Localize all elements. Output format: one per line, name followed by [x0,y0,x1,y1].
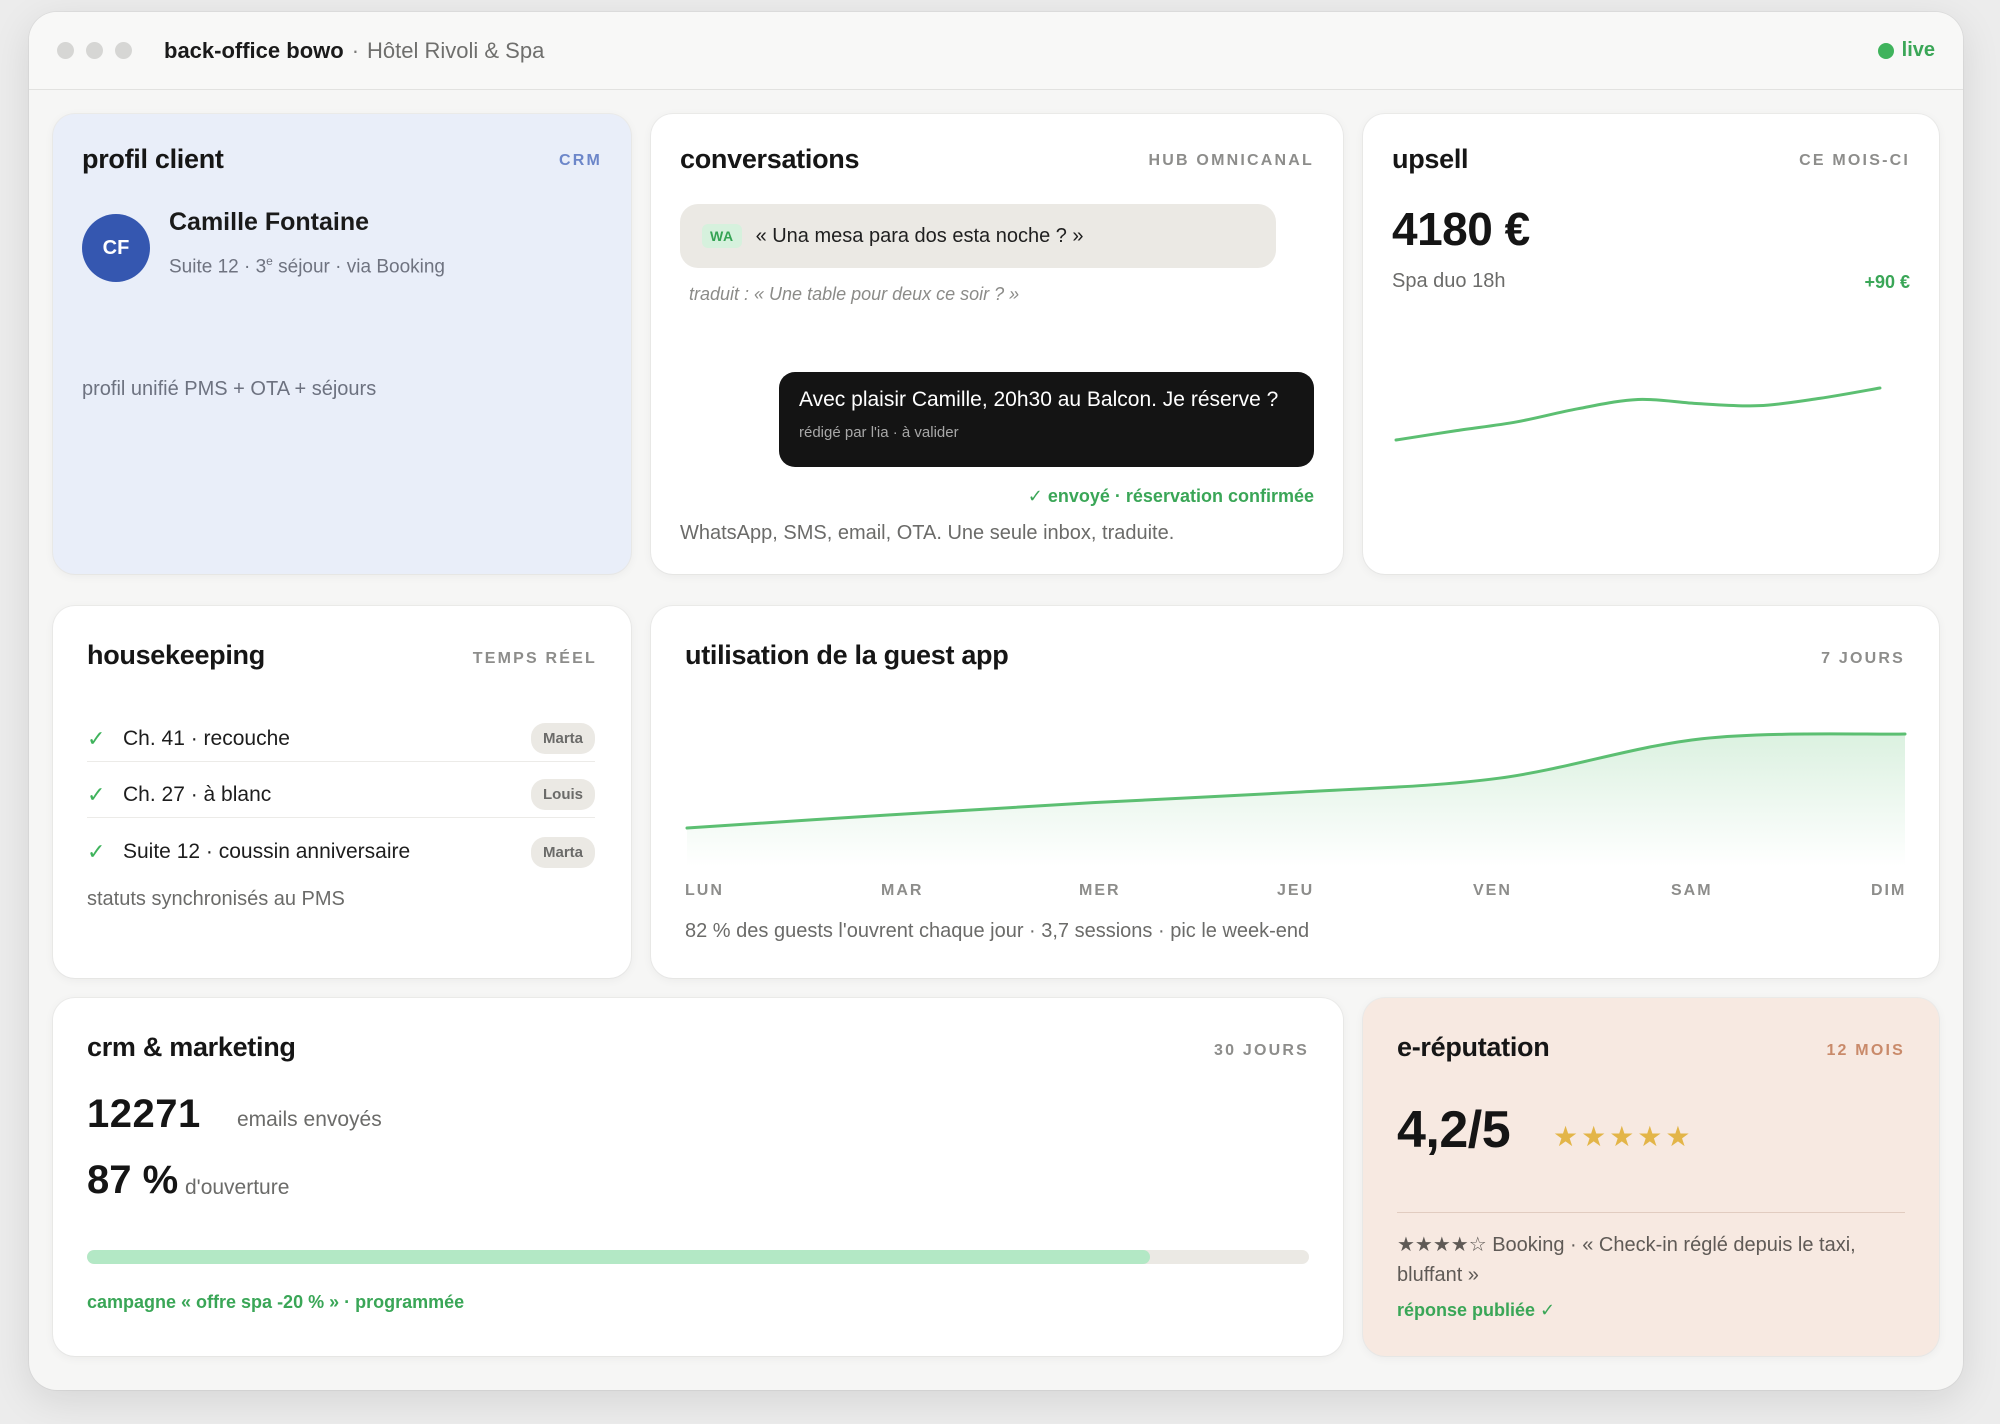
housekeeping-card-title: housekeeping [87,640,265,670]
profile-card-title: profil client [82,144,224,174]
crm-card-title: crm & marketing [87,1032,296,1062]
check-icon: ✓ [87,781,106,807]
reputation-card-tag: 12 MOIS [1826,1042,1905,1059]
housekeeping-row[interactable]: ✓ Ch. 41 · recouche Marta [87,716,595,762]
x-tick-label: SAM [1671,882,1713,899]
incoming-message[interactable]: WA « Una mesa para dos esta noche ? » [680,204,1276,268]
housekeeping-row[interactable]: ✓ Suite 12 · coussin anniversaire Marta [87,829,595,875]
hotel-name: Hôtel Rivoli & Spa [367,37,545,63]
open-rate-label: d'ouverture [185,1176,290,1199]
open-rate-progress-bar [87,1250,1309,1264]
upsell-card[interactable]: upsell CE MOIS-CI 4180 € Spa duo 18h +90… [1363,114,1939,574]
upsell-card-tag: CE MOIS-CI [1799,152,1910,169]
latest-review[interactable]: ★★★★☆ Booking · « Check-in réglé depuis … [1397,1230,1905,1290]
client-name: Camille Fontaine [169,208,370,236]
divider [1397,1212,1905,1213]
client-meta-prefix: Suite 12 · 3 [169,256,267,278]
upsell-trend-line [1394,386,1882,442]
live-status: live [1877,39,1935,62]
crm-card-tag: 30 JOURS [1214,1042,1309,1059]
profile-card[interactable]: profil client CRM CF Camille Fontaine Su… [53,114,631,574]
conversations-card[interactable]: conversations HUB OMNICANAL WA « Una mes… [651,114,1343,574]
conversations-card-tag: HUB OMNICANAL [1148,152,1314,169]
staff-badge: Marta [530,723,595,754]
upsell-card-title: upsell [1392,144,1469,174]
conversations-note: WhatsApp, SMS, email, OTA. Une seule inb… [680,522,1175,544]
live-status-label: live [1901,39,1935,61]
upsell-delta: +90 € [1864,272,1910,292]
conversations-card-title: conversations [680,144,860,174]
housekeeping-note: statuts synchronisés au PMS [87,888,345,910]
app-name: back-office bowo [164,37,344,63]
close-window-button[interactable] [57,42,74,59]
profile-card-tag: CRM [558,152,602,169]
campaign-status[interactable]: campagne « offre spa -20 % » · programmé… [87,1292,464,1313]
x-tick-label: LUN [685,882,724,899]
translation-text: traduit : « Une table pour deux ce soir … [689,284,1020,304]
reply-status: réponse publiée ✓ [1397,1300,1556,1320]
guest-app-note: 82 % des guests l'ouvrent chaque jour · … [685,920,1310,942]
guest-app-card-tag: 7 JOURS [1821,650,1905,667]
ai-reply-text: Avec plaisir Camille, 20h30 au Balcon. J… [799,388,1279,411]
housekeeping-task: Ch. 27 · à blanc [123,782,272,806]
rating-score: 4,2/5 [1397,1101,1511,1159]
emails-sent-count: 12271 [87,1092,201,1136]
e-reputation-card[interactable]: e-réputation 12 MOIS 4,2/5 ★★★★★ ★★★★☆ B… [1363,998,1939,1356]
client-meta-ordinal: e [266,254,273,268]
sent-status: ✓ envoyé · réservation confirmée [1027,486,1314,506]
staff-badge: Marta [530,836,595,868]
guest-app-usage-chart [685,732,1907,866]
x-tick-label: DIM [1871,882,1907,899]
housekeeping-card[interactable]: housekeeping TEMPS RÉEL ✓ Ch. 41 · recou… [53,606,631,978]
upsell-trend-chart [1394,386,1882,442]
title-bar: back-office bowo · Hôtel Rivoli & Spa li… [29,12,1963,90]
x-tick-label: MER [1079,882,1121,899]
avatar: CF [82,214,150,282]
x-tick-label: MAR [881,882,924,899]
housekeeping-row[interactable]: ✓ Ch. 27 · à blanc Louis [87,772,595,818]
housekeeping-task: Suite 12 · coussin anniversaire [123,840,411,863]
guest-app-usage-area [687,733,1905,866]
open-rate-value: 87 % [87,1158,179,1202]
ai-reply-message[interactable]: Avec plaisir Camille, 20h30 au Balcon. J… [779,372,1314,467]
reputation-card-title: e-réputation [1397,1032,1550,1062]
live-dot-icon [1877,42,1894,59]
minimize-window-button[interactable] [86,42,103,59]
profile-note: profil unifié PMS + OTA + séjours [82,378,377,400]
incoming-message-text: « Una mesa para dos esta noche ? » [755,224,1084,247]
window-controls [57,42,132,59]
guest-app-card-title: utilisation de la guest app [685,640,1009,670]
ai-reply-note: rédigé par l'ia · à valider [799,424,959,441]
x-tick-label: JEU [1277,882,1315,899]
check-icon: ✓ [87,725,106,751]
housekeeping-task: Ch. 41 · recouche [123,726,290,750]
client-meta: Suite 12 · 3e séjour · via Booking [169,254,445,278]
upsell-item: Spa duo 18h [1392,270,1506,292]
crm-marketing-card[interactable]: crm & marketing 30 JOURS 12271 emails en… [53,998,1343,1356]
star-rating-icon: ★★★★★ [1553,1121,1694,1152]
client-meta-suffix: séjour · via Booking [272,256,446,278]
x-tick-label: VEN [1473,882,1512,899]
app-window: back-office bowo · Hôtel Rivoli & Spa li… [29,12,1963,1390]
maximize-window-button[interactable] [115,42,132,59]
check-icon: ✓ [87,839,106,864]
open-rate-progress-fill [87,1250,1151,1264]
emails-sent-label: emails envoyés [237,1108,382,1131]
guest-app-card[interactable]: utilisation de la guest app 7 JOURS LUN … [651,606,1939,978]
staff-badge: Louis [531,779,595,810]
whatsapp-badge: WA [702,224,742,248]
title-separator: · [351,37,360,63]
housekeeping-card-tag: TEMPS RÉEL [472,650,597,667]
upsell-amount: 4180 € [1392,203,1530,255]
